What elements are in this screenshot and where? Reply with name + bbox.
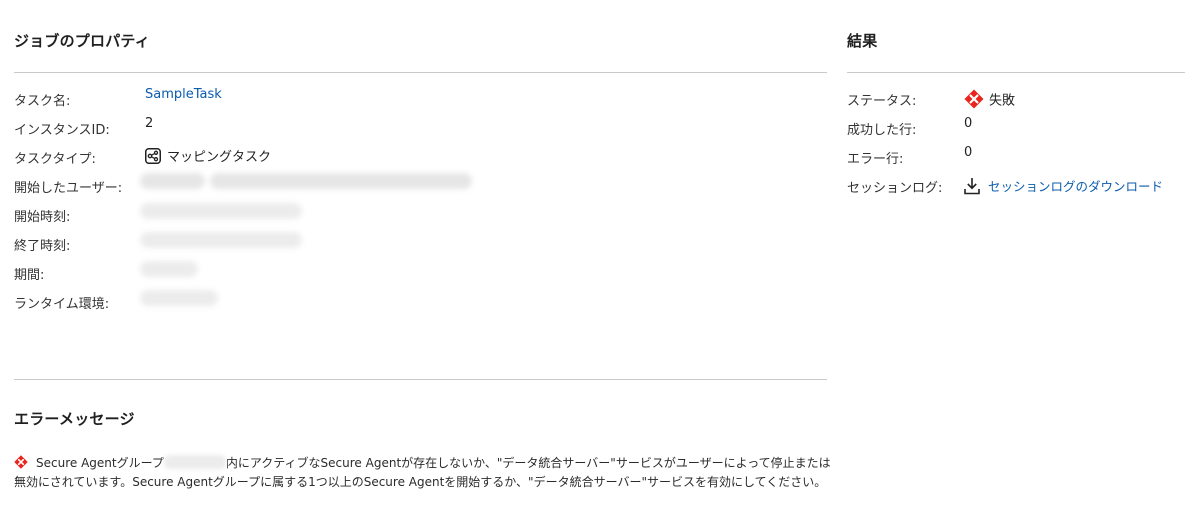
task-type-value: マッピングタスク <box>145 146 271 165</box>
error-message-text: Secure Agentグループ 内にアクティブなSecure Agentが存在し… <box>14 454 834 492</box>
error-rows-label: エラー行: <box>847 152 904 167</box>
task-name-label: タスク名: <box>14 94 71 109</box>
download-icon[interactable] <box>964 177 980 195</box>
task-type-label: タスクタイプ: <box>14 152 96 167</box>
session-log-label: セッションログ: <box>847 181 943 196</box>
error-message-divider <box>14 379 827 380</box>
job-properties-title: ジョブのプロパティ <box>14 32 150 50</box>
session-log-download-link[interactable]: セッションログのダウンロード <box>988 179 1163 194</box>
end-time-redacted <box>140 232 302 248</box>
instance-id-value: 2 <box>145 116 154 131</box>
start-time-redacted <box>140 203 302 219</box>
started-by-redacted-email <box>210 173 472 189</box>
duration-redacted <box>140 261 198 277</box>
instance-id-label: インスタンスID: <box>14 123 110 138</box>
agent-group-redacted <box>163 455 226 469</box>
results-title: 結果 <box>847 32 878 50</box>
error-message-part1: Secure Agentグループ <box>36 456 164 470</box>
started-by-redacted-name <box>140 173 205 189</box>
status-text: 失敗 <box>989 93 1016 109</box>
task-type-text: マッピングタスク <box>167 150 272 165</box>
success-rows-label: 成功した行: <box>847 123 917 138</box>
job-properties-divider <box>14 72 827 73</box>
runtime-env-label: ランタイム環境: <box>14 297 110 312</box>
error-rows-value: 0 <box>964 145 973 160</box>
status-value: 失敗 <box>964 89 1015 109</box>
session-log-download[interactable]: セッションログのダウンロード <box>964 176 1163 195</box>
end-time-label: 終了時刻: <box>14 239 71 254</box>
task-name-link[interactable]: SampleTask <box>145 87 222 102</box>
runtime-env-redacted <box>140 290 218 306</box>
error-message-title: エラーメッセージ <box>14 410 135 428</box>
error-icon <box>14 455 28 469</box>
start-time-label: 開始時刻: <box>14 210 71 225</box>
error-icon <box>964 89 984 109</box>
status-label: ステータス: <box>847 94 917 109</box>
mapping-task-icon <box>145 147 161 164</box>
success-rows-value: 0 <box>964 116 973 131</box>
duration-label: 期間: <box>14 268 45 283</box>
results-divider <box>847 72 1185 73</box>
started-by-label: 開始したユーザー: <box>14 181 123 196</box>
